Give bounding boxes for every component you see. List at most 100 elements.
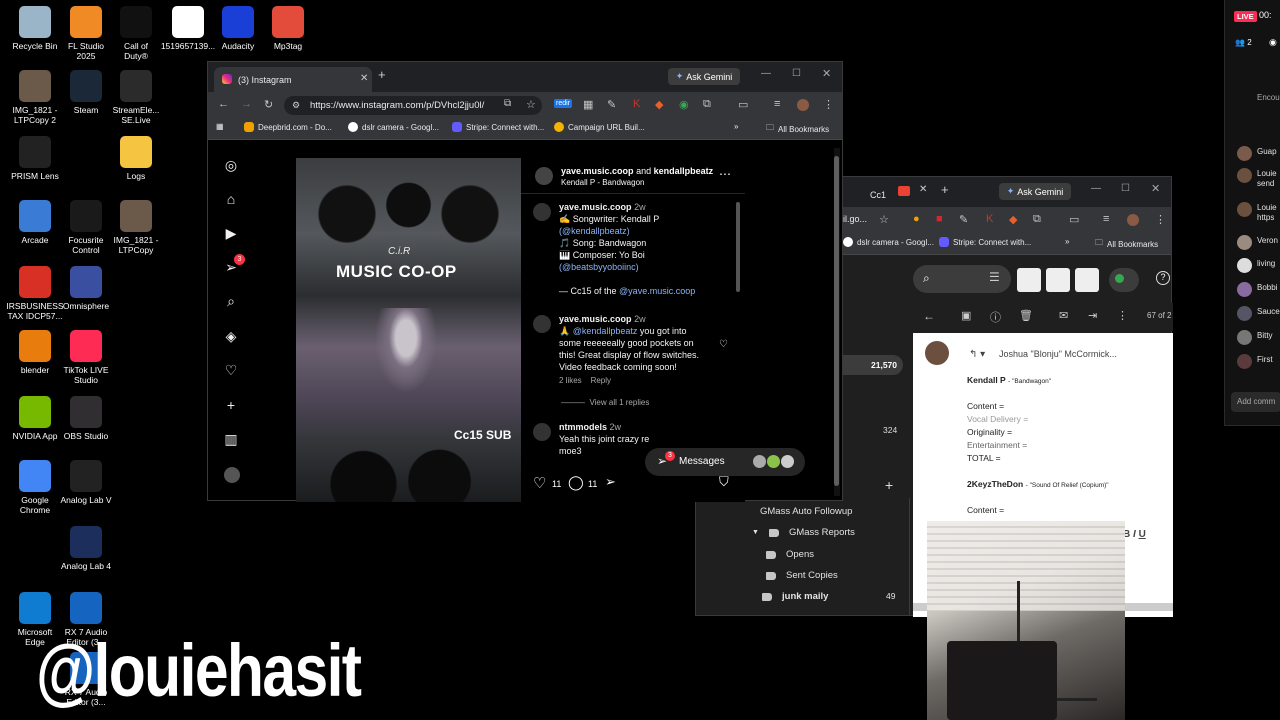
sidepanel-icon[interactable]: ▭ [738,98,748,111]
dashboard-icon[interactable]: ▥ [222,430,240,448]
gmass-icon-1[interactable] [1017,268,1041,292]
heart-icon[interactable]: ♡ [222,361,240,379]
messages-button[interactable]: ➢ 3 Messages [645,448,805,476]
bookmark-campaign-url[interactable]: Campaign URL Buil... [554,122,645,132]
more-icon[interactable]: ⋮ [1117,309,1128,322]
reload-icon[interactable]: ↻ [264,98,273,111]
bookmark-stripe[interactable]: Stripe: Connect with... [452,122,544,132]
post-username[interactable]: yave.music.coop [561,166,634,176]
new-tab-icon[interactable]: + [378,67,386,82]
comment-mention[interactable]: @kendallpbeatz [573,326,638,336]
home-icon[interactable]: ⌂ [222,190,240,208]
close-window-icon[interactable]: ✕ [822,67,831,80]
gmail-search-bar[interactable]: ⌕ ☰ [913,265,1011,293]
caption-username[interactable]: yave.music.coop [559,202,632,212]
extension-icon-2[interactable]: ◆ [655,98,663,111]
close-icon[interactable]: ✕ [360,73,368,84]
apps-icon[interactable]: ▦ [216,122,224,131]
view-replies[interactable]: ——— View all 1 replies [561,397,721,409]
desktop-shortcut[interactable]: OBS Studio [55,396,117,441]
help-icon[interactable]: ? [1156,271,1170,285]
sidepanel-icon[interactable]: ▭ [1069,213,1079,226]
pen-icon[interactable]: ✎ [607,98,616,111]
add-comment-input[interactable]: Add comm [1231,392,1280,412]
media-icon[interactable]: ≡ [774,98,780,110]
comment-username[interactable]: yave.music.coop [559,314,632,324]
more-bookmarks-icon[interactable]: » [734,122,738,131]
maximize-icon[interactable]: ☐ [1121,183,1130,194]
explore-icon[interactable]: ◈ [222,327,240,345]
extension-icon-1[interactable]: ▦ [583,98,593,111]
forward-icon[interactable]: → [241,98,252,110]
minimize-icon[interactable]: — [1091,183,1101,194]
all-bookmarks[interactable]: 🗀 All Bookmarks [766,122,829,136]
back-icon[interactable]: ← [218,98,229,110]
instagram-logo-icon[interactable]: ◎ [222,156,240,174]
tab-instagram[interactable]: (3) Instagram ✕ [214,67,372,92]
reply-button[interactable]: Reply [591,376,611,385]
caption-line[interactable]: (@beatsbyyoboiinc) [559,261,719,273]
like-comment-icon[interactable]: ♡ [719,339,728,350]
bookmark-stripe[interactable]: Stripe: Connect with... [939,237,1031,247]
puzzle-icon[interactable]: ⧉ [1033,213,1041,226]
comment-likes[interactable]: 2 likes [559,376,582,385]
close-window-icon[interactable]: ✕ [1151,182,1160,195]
star-icon[interactable]: ☆ [526,98,536,111]
pen-icon[interactable]: ✎ [959,213,968,226]
menu-icon[interactable]: ⋮ [1155,213,1166,226]
desktop-shortcut[interactable]: TikTok LIVE Studio [55,330,117,385]
archive-icon[interactable]: ▣ [961,309,971,322]
install-icon[interactable]: ⧉ [504,98,511,109]
post-image[interactable]: C.i.R MUSIC CO-OP Cc15 SUB [296,158,521,502]
mark-unread-icon[interactable]: ✉ [1059,309,1068,322]
redir-icon[interactable]: redir [554,99,573,108]
maximize-icon[interactable]: ☐ [792,68,801,79]
back-icon[interactable]: ← [923,309,935,323]
bookmark-deepbrid[interactable]: Deepbrid.com - Do... [244,122,332,132]
like-icon[interactable]: ♡ [533,474,546,492]
menu-icon[interactable]: ⋮ [823,98,834,111]
desktop-shortcut[interactable]: StreamEle... SE.Live [105,70,167,125]
profile-avatar[interactable] [797,99,809,111]
comment-avatar-2[interactable] [533,423,551,441]
media-icon[interactable]: ≡ [1103,213,1109,225]
reels-icon[interactable]: ▶ [222,224,240,242]
share-icon[interactable]: ➢ [605,474,616,490]
comment-avatar[interactable] [533,315,551,333]
gmass-icon-2[interactable] [1046,268,1070,292]
ask-gemini-button[interactable]: ✦ Ask Gemini [668,68,740,85]
desktop-shortcut[interactable]: Logs [105,136,167,181]
poster-avatar[interactable] [535,167,553,185]
extension-icon-2[interactable]: ■ [936,213,943,225]
close-icon[interactable]: ✕ [919,184,927,195]
label-gmass-reports[interactable]: ▼ GMass Reports [752,527,855,538]
search-icon[interactable]: ⌕ [222,292,240,310]
add-label-icon[interactable]: + [885,477,893,493]
minimize-icon[interactable]: — [761,68,771,79]
messages-nav-icon[interactable]: ➢ 3 [222,254,245,276]
desktop-shortcut[interactable]: Omnisphere [55,266,117,311]
page-scrollbar[interactable] [834,148,840,496]
comment-username[interactable]: ntmmodels [559,422,607,432]
extension-icon-3[interactable]: ◆ [1009,213,1017,226]
profile-avatar[interactable] [1127,214,1139,226]
desktop-shortcut[interactable]: PRISM Lens [4,136,66,181]
k-icon[interactable]: K [986,213,993,225]
reply-icon[interactable]: ↰ ▾ [969,349,985,360]
caption-sign-link[interactable]: @yave.music.coop [619,286,695,296]
desktop-shortcut[interactable]: Analog Lab V [55,460,117,505]
desktop-shortcut[interactable]: Mp3tag [257,6,319,51]
all-bookmarks[interactable]: 🗀 All Bookmarks [1095,237,1158,251]
bookmark-dslr[interactable]: dslr camera - Googl... [843,237,934,247]
url-fragment[interactable]: il.go... [843,214,867,224]
label-sent-copies[interactable]: Sent Copies [766,570,838,581]
comment-icon[interactable]: ◯ [568,474,584,491]
caption-avatar[interactable] [533,203,551,221]
more-bookmarks-icon[interactable]: » [1065,237,1069,246]
report-icon[interactable]: ⓘ [990,309,1001,325]
bookmark-dslr[interactable]: dslr camera - Googl... [348,122,439,132]
new-tab-icon[interactable]: + [941,182,949,197]
ask-gemini-button[interactable]: ✦ Ask Gemini [999,183,1071,200]
k-icon[interactable]: K [633,98,640,110]
collab-username[interactable]: kendallpbeatz [654,166,714,176]
